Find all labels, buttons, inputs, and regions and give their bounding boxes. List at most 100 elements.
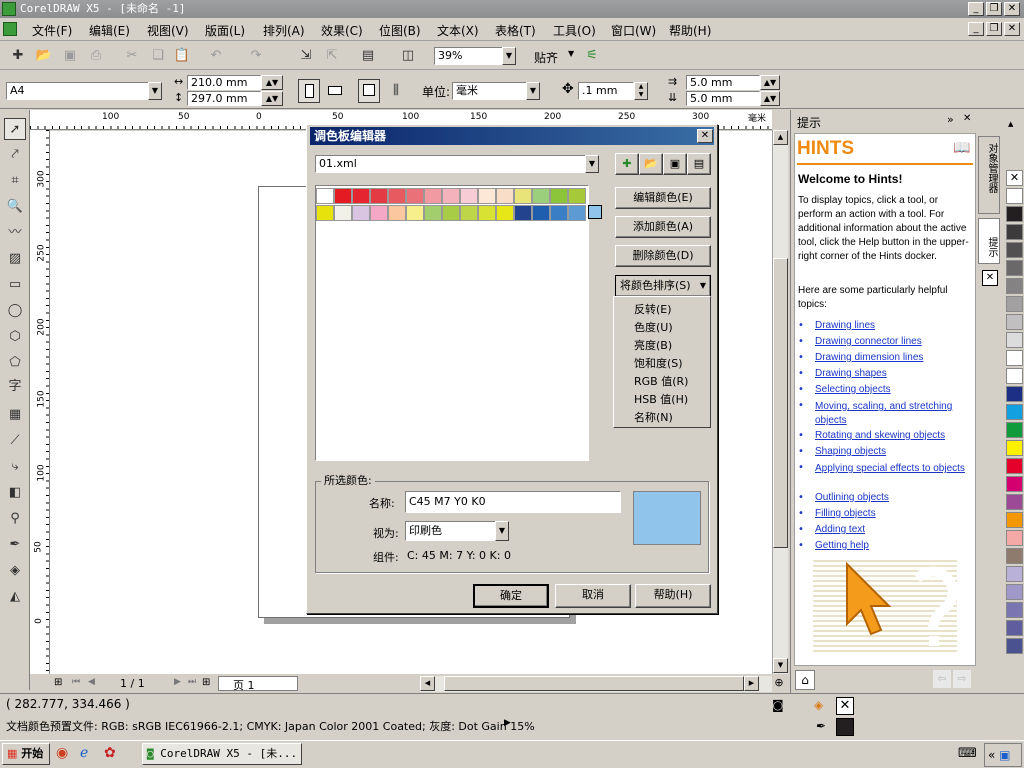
hint-link[interactable]: Shaping objects (815, 446, 886, 457)
dialog-close-button[interactable]: ✕ (697, 129, 713, 143)
interactive-fill-icon[interactable]: ◭ (4, 586, 26, 608)
document-icon[interactable] (3, 22, 17, 36)
hint-link[interactable]: Applying special effects to objects (815, 462, 970, 476)
vertical-ruler[interactable]: 300 250 200 150 100 50 0 (30, 130, 50, 674)
palette-swatch[interactable] (496, 205, 514, 221)
eyedropper-tool-icon[interactable]: ⚲ (4, 508, 26, 530)
taskbar-corel-button[interactable]: ◙ CorelDRAW X5 - [未... (142, 743, 302, 765)
scroll-left-icon[interactable]: ◀ (420, 676, 435, 691)
text-tool-icon[interactable]: 字 (4, 376, 26, 398)
palette-swatch[interactable] (388, 188, 406, 204)
palette-swatch[interactable] (514, 188, 532, 204)
new-palette-button[interactable]: ✚ (615, 153, 639, 175)
hint-link[interactable]: Selecting objects (815, 384, 891, 395)
print-icon[interactable]: ⎙ (86, 46, 106, 66)
palette-swatch[interactable] (316, 205, 334, 221)
collapse-docker-icon[interactable]: » (947, 113, 954, 126)
scroll-up-icon[interactable]: ▲ (773, 130, 788, 145)
menu-text[interactable]: 文本(X) (437, 22, 479, 39)
hint-link[interactable]: Outlining objects (815, 492, 889, 503)
sort-saturation-item[interactable]: 饱和度(S) (634, 355, 683, 371)
hint-link[interactable]: Getting help (815, 540, 869, 551)
restore-button[interactable]: ❐ (986, 2, 1002, 16)
ellipse-tool-icon[interactable]: ◯ (4, 300, 26, 322)
palette-swatch[interactable] (316, 188, 334, 204)
palette-swatch[interactable] (478, 205, 496, 221)
duplicate-x-field[interactable]: 5.0 mm (686, 75, 760, 90)
outline-pen-icon[interactable]: ✒ (4, 534, 26, 556)
basic-shapes-icon[interactable]: ⬠ (4, 352, 26, 374)
close-docker-icon[interactable]: ✕ (963, 113, 971, 124)
menu-window[interactable]: 窗口(W) (611, 22, 656, 39)
palette-file-dropdown-arrow[interactable]: ▼ (585, 155, 599, 173)
forward-icon[interactable]: ⇨ (953, 670, 971, 688)
palette-swatch[interactable] (370, 188, 388, 204)
page-size-select[interactable]: A4 (6, 82, 152, 100)
unit-dropdown-arrow[interactable]: ▼ (526, 82, 540, 100)
sort-hue-item[interactable]: 色度(U) (634, 319, 673, 335)
save-as-palette-button[interactable]: ▤ (687, 153, 711, 175)
menu-layout[interactable]: 版面(L) (205, 22, 245, 39)
palette-swatch[interactable] (388, 205, 406, 221)
palette-file-select[interactable]: 01.xml (315, 155, 593, 173)
page-tab[interactable]: 页 1 (218, 676, 298, 692)
pick-tool-icon[interactable]: ➚ (4, 118, 26, 140)
palette-color-swatch[interactable] (1006, 566, 1023, 582)
palette-color-swatch[interactable] (1006, 368, 1023, 384)
menu-table[interactable]: 表格(T) (495, 22, 536, 39)
palette-color-swatch[interactable] (1006, 332, 1023, 348)
palette-swatch[interactable] (460, 188, 478, 204)
menu-bitmaps[interactable]: 位图(B) (379, 22, 421, 39)
palette-swatch[interactable] (532, 188, 550, 204)
unit-select[interactable]: 毫米 (452, 82, 528, 100)
hint-link[interactable]: Drawing dimension lines (815, 352, 923, 363)
palette-swatch[interactable] (550, 205, 568, 221)
treat-as-dropdown-arrow[interactable]: ▼ (495, 521, 509, 541)
cut-icon[interactable]: ✂ (122, 46, 142, 66)
palette-swatch[interactable] (442, 188, 460, 204)
table-tool-icon[interactable]: ▦ (4, 404, 26, 426)
palette-color-swatch[interactable] (1006, 350, 1023, 366)
palette-color-swatch[interactable] (1006, 602, 1023, 618)
palette-swatch[interactable] (460, 205, 478, 221)
sort-name-item[interactable]: 名称(N) (634, 409, 673, 425)
vertical-scrollbar[interactable]: ▲ ▼ (772, 130, 788, 674)
zoom-level-field[interactable]: 39% (434, 47, 504, 65)
dup-y-spinner[interactable]: ▲▼ (760, 91, 780, 106)
fill-indicator-icon[interactable]: ◈ (814, 698, 830, 714)
sort-reverse-item[interactable]: 反转(E) (634, 301, 672, 317)
sort-hsb-item[interactable]: HSB 值(H) (634, 391, 688, 407)
hint-link[interactable]: Rotating and skewing objects (815, 430, 945, 441)
home-icon[interactable]: ⌂ (795, 670, 815, 690)
menu-arrange[interactable]: 排列(A) (263, 22, 305, 39)
palette-swatch[interactable] (352, 205, 370, 221)
add-color-button[interactable]: 添加颜色(A) (615, 216, 711, 238)
menu-effects[interactable]: 效果(C) (321, 22, 363, 39)
palette-color-swatch[interactable] (1006, 440, 1023, 456)
width-spinner[interactable]: ▲▼ (261, 75, 283, 90)
palette-color-swatch[interactable] (1006, 206, 1023, 222)
close-button[interactable]: ✕ (1004, 2, 1020, 16)
palette-swatch[interactable] (568, 188, 586, 204)
palette-swatch[interactable] (424, 188, 442, 204)
doc-minimize-button[interactable]: _ (968, 22, 984, 36)
tray-expand-icon[interactable]: « (988, 748, 995, 762)
menu-view[interactable]: 视图(V) (147, 22, 189, 39)
palette-swatch[interactable] (496, 188, 514, 204)
ok-button[interactable]: 确定 (473, 584, 549, 608)
palette-color-swatch[interactable] (1006, 458, 1023, 474)
navigator-zoom-icon[interactable]: ⊕ (770, 676, 788, 692)
palette-color-swatch[interactable] (1006, 188, 1023, 204)
page-height-field[interactable]: 297.0 mm (187, 91, 261, 106)
crop-tool-icon[interactable]: ⌗ (4, 170, 26, 192)
no-color-swatch[interactable]: ✕ (1006, 170, 1023, 186)
palette-color-swatch[interactable] (1006, 530, 1023, 546)
blend-tool-icon[interactable]: ◧ (4, 482, 26, 504)
back-icon[interactable]: ⇦ (933, 670, 951, 688)
palette-swatch[interactable] (334, 188, 352, 204)
portrait-button[interactable] (298, 79, 320, 103)
zoom-tool-icon[interactable]: 🔍 (4, 196, 26, 218)
scroll-right-icon[interactable]: ▶ (744, 676, 759, 691)
height-spinner[interactable]: ▲▼ (261, 91, 283, 106)
redo-icon[interactable]: ↷ (246, 46, 266, 66)
